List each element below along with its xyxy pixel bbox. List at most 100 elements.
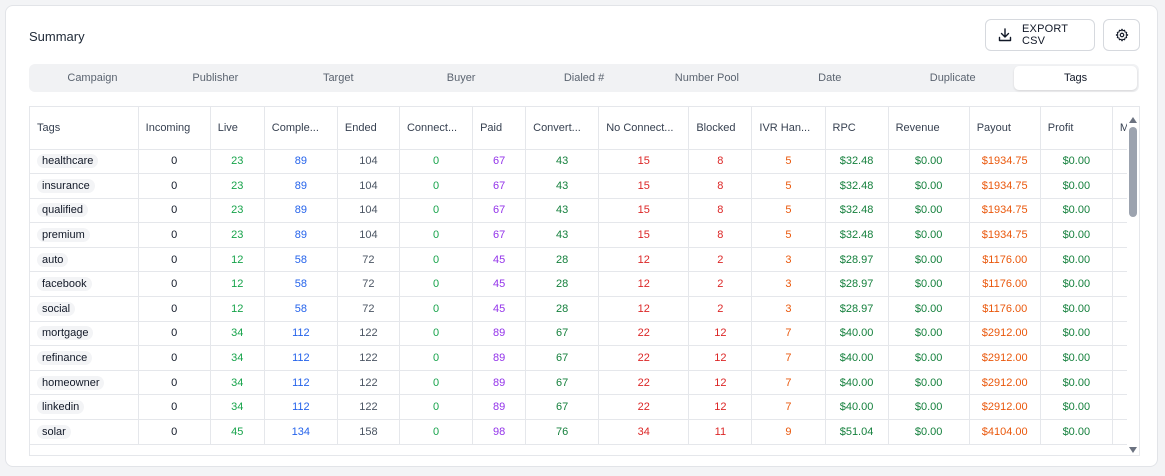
tab-target[interactable]: Target [277,66,400,90]
tab-tags[interactable]: Tags [1014,66,1138,90]
column-header-completed[interactable]: Comple... [264,107,338,150]
cell-no-connect: 15 [598,149,690,175]
table-row[interactable]: facebook 0 12 58 72 0 45 28 12 2 3 $28.97 $0.00 $1176… [30,271,1139,298]
cell-connected: 0 [399,321,474,347]
column-header-paid[interactable]: Paid [472,107,527,150]
cell-profit: $0.00 [1040,173,1113,199]
cell-blocked: 12 [688,345,753,371]
cell-tags: social [30,296,139,322]
tab-campaign[interactable]: Campaign [31,66,154,90]
column-header-ivr-handled[interactable]: IVR Han... [751,107,826,150]
cell-no-connect: 34 [598,419,690,445]
cell-tags: refinance [30,345,139,371]
settings-button[interactable] [1103,19,1140,51]
cell-revenue: $0.00 [888,419,970,445]
download-icon [998,28,1012,42]
cell-connected: 0 [399,222,474,248]
cell-ended: 158 [337,419,400,445]
cell-revenue: $0.00 [888,271,970,298]
cell-no-connect: 12 [598,247,690,273]
cell-no-connect: 22 [598,370,690,396]
cell-completed: 112 [264,321,338,347]
column-header-no-connect[interactable]: No Connect... [598,107,690,150]
cell-rpc: $28.97 [825,247,889,273]
cell-ended: 104 [337,149,400,175]
tab-duplicate[interactable]: Duplicate [891,66,1014,90]
table-row[interactable]: solar 0 45 134 158 0 98 76 34 11 9 $51.04 $0.00 $4104… [30,419,1139,445]
column-header-connected[interactable]: Connect... [399,107,474,150]
table-row[interactable]: social 0 12 58 72 0 45 28 12 2 3 $28.97 $0.00 $1176.0… [30,296,1139,322]
column-header-revenue[interactable]: Revenue [888,107,970,150]
cell-tags: healthcare [30,149,139,175]
cell-tags: linkedin [30,394,139,421]
cell-ivr-handled: 7 [751,370,826,396]
cell-connected: 0 [399,198,474,224]
cell-blocked: 8 [688,173,753,199]
tab-number-pool[interactable]: Number Pool [645,66,768,90]
cell-profit: $0.00 [1040,296,1113,322]
cell-incoming: 0 [138,394,211,421]
scrollbar-thumb[interactable] [1129,127,1137,217]
cell-connected: 0 [399,296,474,322]
vertical-scrollbar[interactable] [1127,107,1139,455]
column-header-payout[interactable]: Payout [969,107,1041,150]
cell-tags: facebook [30,271,139,298]
column-header-rpc[interactable]: RPC [825,107,889,150]
cell-converted: 43 [525,149,600,175]
table-row[interactable]: premium 0 23 89 104 0 67 43 15 8 5 $32.48 $0.00 $1934… [30,222,1139,248]
cell-connected: 0 [399,149,474,175]
cell-converted: 43 [525,198,600,224]
cell-profit: $0.00 [1040,222,1113,248]
cell-blocked: 12 [688,394,753,421]
export-csv-button[interactable]: EXPORT CSV [985,19,1095,51]
scroll-down-arrow-icon[interactable] [1129,447,1137,453]
table-row[interactable]: homeowner 0 34 112 122 0 89 67 22 12 7 $40.00 $0.00 $… [30,370,1139,396]
column-header-converted[interactable]: Convert... [525,107,600,150]
tag-chip: mortgage [37,326,94,341]
cell-ivr-handled: 7 [751,321,826,347]
cell-live: 34 [210,321,265,347]
column-header-live[interactable]: Live [210,107,265,150]
cell-tags: mortgage [30,321,139,347]
column-header-profit[interactable]: Profit [1040,107,1113,150]
cell-incoming: 0 [138,198,211,224]
column-header-blocked[interactable]: Blocked [688,107,753,150]
cell-profit: $0.00 [1040,247,1113,273]
table-row[interactable]: linkedin 0 34 112 122 0 89 67 22 12 7 $40.00 $0.00 $2… [30,394,1139,421]
cell-completed: 89 [264,149,338,175]
cell-profit: $0.00 [1040,198,1113,224]
table-row[interactable]: auto 0 12 58 72 0 45 28 12 2 3 $28.97 $0.00 $1176.00 $… [30,247,1139,273]
cell-profit: $0.00 [1040,394,1113,421]
column-header-tags[interactable]: Tags [30,107,139,150]
cell-ended: 104 [337,198,400,224]
tab-buyer[interactable]: Buyer [400,66,523,90]
cell-converted: 28 [525,247,600,273]
cell-completed: 112 [264,394,338,421]
tab-dialed[interactable]: Dialed # [523,66,646,90]
table-row[interactable]: healthcare 0 23 89 104 0 67 43 15 8 5 $32.48 $0.00 $1… [30,149,1139,175]
cell-profit: $0.00 [1040,370,1113,396]
cell-live: 23 [210,198,265,224]
cell-rpc: $40.00 [825,370,889,396]
cell-tags: auto [30,247,139,273]
cell-converted: 28 [525,296,600,322]
cell-ivr-handled: 5 [751,173,826,199]
column-header-incoming[interactable]: Incoming [138,107,211,150]
tab-date[interactable]: Date [768,66,891,90]
cell-ended: 122 [337,321,400,347]
group-by-tabs: Campaign Publisher Target Buyer Dialed # Numb… [29,64,1139,92]
table-row[interactable]: refinance 0 34 112 122 0 89 67 22 12 7 $40.00 $0.00 $… [30,345,1139,371]
cell-revenue: $0.00 [888,247,970,273]
tab-publisher[interactable]: Publisher [154,66,277,90]
table-row[interactable]: insurance 0 23 89 104 0 67 43 15 8 5 $32.48 $0.00 $19… [30,173,1139,199]
cell-blocked: 12 [688,370,753,396]
cell-incoming: 0 [138,149,211,175]
cell-tags: premium [30,222,139,248]
cell-live: 12 [210,247,265,273]
scroll-up-arrow-icon[interactable] [1129,117,1137,123]
cell-no-connect: 22 [598,321,690,347]
table-row[interactable]: mortgage 0 34 112 122 0 89 67 22 12 7 $40.00 $0.00 $2… [30,321,1139,347]
table-row[interactable]: qualified 0 23 89 104 0 67 43 15 8 5 $32.48 $0.00 $19… [30,198,1139,224]
column-header-ended[interactable]: Ended [337,107,400,150]
cell-blocked: 12 [688,321,753,347]
